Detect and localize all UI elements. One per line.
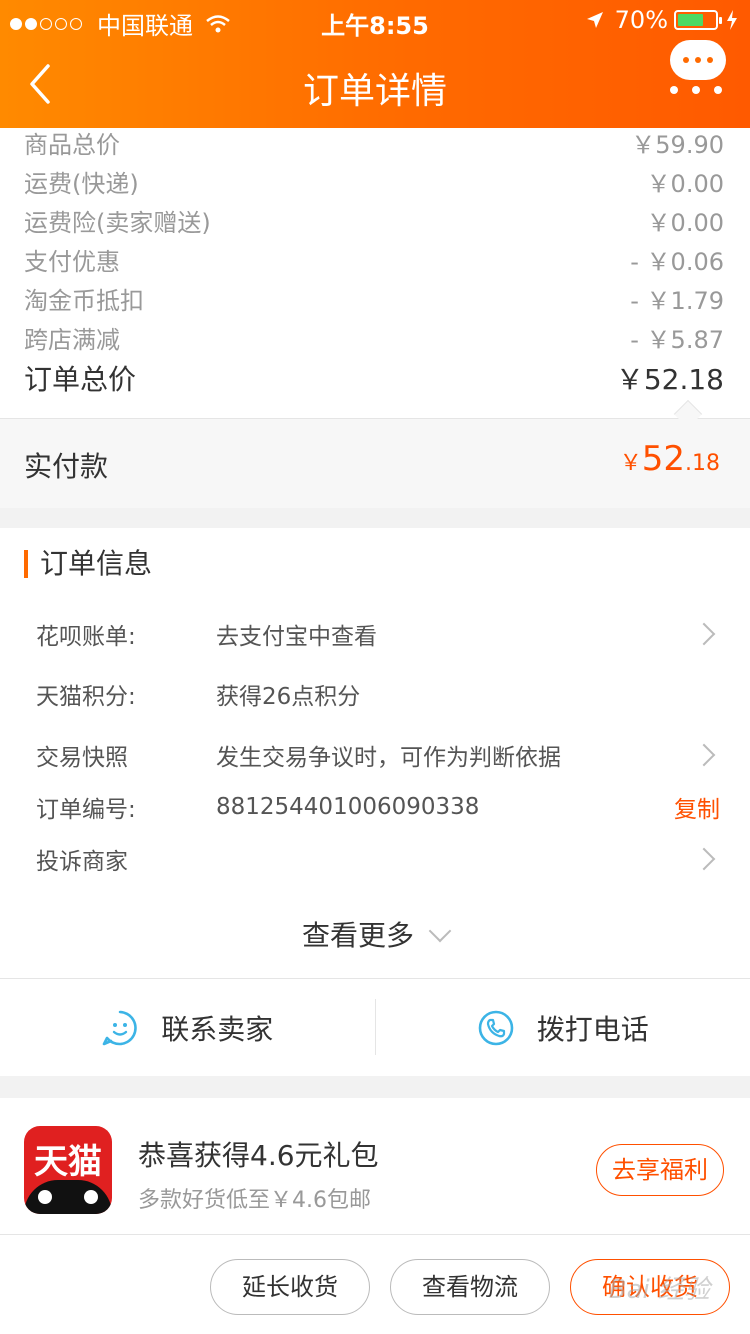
price-row-cross-store-discount: 跨店满减 - ￥5.87 — [24, 325, 724, 354]
price-row-coin-deduction: 淘金币抵扣 - ￥1.79 — [24, 286, 724, 315]
price-row-payment-discount: 支付优惠 - ￥0.06 — [24, 247, 724, 276]
info-row-complain-seller[interactable]: 投诉商家 — [36, 839, 720, 879]
order-info-title: 订单信息 — [24, 550, 152, 578]
status-bar: 中国联通 上午8:55 70% — [0, 0, 750, 40]
order-info-section: 订单信息 花呗账单: 去支付宝中查看 天猫积分: 获得26点积分 交易快照 发生… — [0, 528, 750, 1076]
view-logistics-button[interactable]: 查看物流 — [390, 1259, 550, 1315]
call-phone-button[interactable]: 拨打电话 — [376, 979, 750, 1076]
page-title: 订单详情 — [302, 71, 447, 112]
info-row-trade-snapshot[interactable]: 交易快照 发生交易争议时，可作为判断依据 — [36, 735, 720, 775]
chevron-right-icon — [692, 743, 716, 767]
promo-banner: 天猫 恭喜获得4.6元礼包 多款好货低至￥4.6包邮 去享福利 — [0, 1098, 750, 1234]
promo-subtitle: 多款好货低至￥4.6包邮 — [138, 1188, 371, 1213]
info-row-tmall-points: 天猫积分: 获得26点积分 — [36, 684, 361, 710]
info-row-huabei-bill[interactable]: 花呗账单: 去支付宝中查看 — [36, 614, 720, 654]
promo-title: 恭喜获得4.6元礼包 — [138, 1139, 379, 1172]
chevron-down-icon — [428, 919, 452, 943]
message-bubble-icon — [670, 40, 726, 80]
paid-label: 实付款 — [24, 450, 109, 483]
price-row-shipping-insurance: 运费险(卖家赠送) ￥0.00 — [24, 208, 724, 237]
chevron-right-icon — [692, 847, 716, 871]
phone-icon — [478, 1010, 514, 1045]
more-menu-button[interactable] — [666, 38, 730, 102]
tmall-logo: 天猫 — [24, 1126, 112, 1214]
claim-benefit-button[interactable]: 去享福利 — [596, 1144, 724, 1196]
bottom-action-bar: 延长收货 查看物流 确认收货 Bai 经验 — [0, 1234, 750, 1334]
info-row-order-number: 订单编号: 881254401006090338 复制 — [36, 787, 720, 827]
battery-percent: 70% — [614, 6, 668, 34]
price-breakdown: 商品总价 ￥59.90 运费(快递) ￥0.00 运费险(卖家赠送) ￥0.00 支付… — [0, 128, 750, 418]
chat-face-icon — [102, 1010, 137, 1045]
paid-amount-row: 实付款 ￥52.18 — [0, 418, 750, 508]
location-arrow-icon — [586, 12, 603, 28]
order-total-row: 订单总价 ￥52.18 — [24, 363, 724, 396]
extend-receipt-button[interactable]: 延长收货 — [210, 1259, 370, 1315]
contact-seller-button[interactable]: 联系卖家 — [0, 979, 375, 1076]
copy-order-number-button[interactable]: 复制 — [674, 790, 720, 824]
price-row-goods-total: 商品总价 ￥59.90 — [24, 130, 724, 159]
battery-icon — [674, 10, 722, 30]
see-more-button[interactable]: 查看更多 — [0, 914, 750, 954]
more-dots-icon — [670, 86, 736, 94]
header: 中国联通 上午8:55 70% 订单详情 — [0, 0, 750, 128]
chevron-right-icon — [692, 622, 716, 646]
watermark: Bai 经验 — [608, 1275, 710, 1305]
price-row-shipping: 运费(快递) ￥0.00 — [24, 169, 724, 198]
charging-icon — [727, 10, 737, 30]
contact-bar: 联系卖家 拨打电话 — [0, 978, 750, 1076]
paid-amount: ￥52.18 — [619, 439, 720, 479]
